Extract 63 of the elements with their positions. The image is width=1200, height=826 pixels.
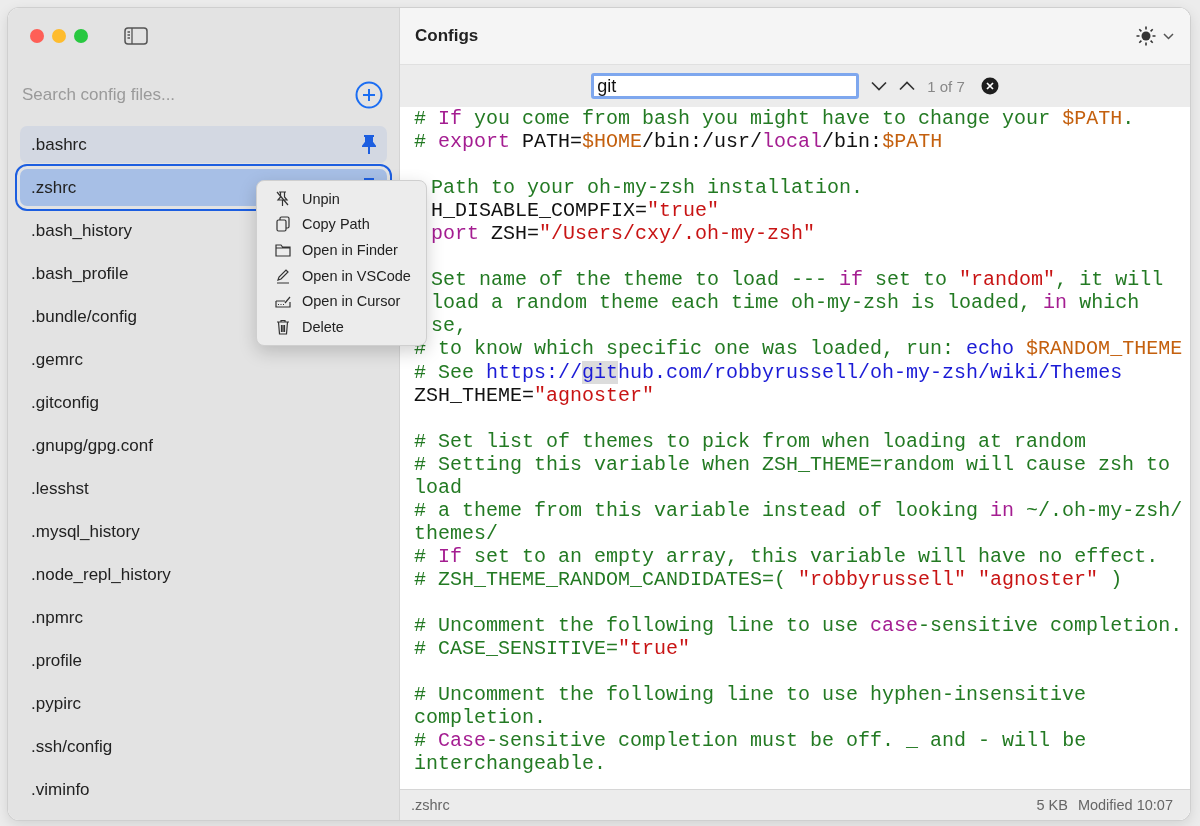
sidebar-toggle-icon[interactable] (124, 27, 148, 45)
chevron-down-icon (871, 81, 888, 91)
search-match: git (582, 360, 619, 384)
modified-time: Modified 10:07 (1077, 797, 1173, 813)
clear-search-button[interactable] (980, 77, 999, 95)
code-line: # Uncomment the following line to use hyphen-insensitive (413, 683, 1088, 707)
code-line: se, (430, 314, 468, 338)
copy-icon (274, 215, 292, 234)
code-line: completion. (413, 706, 548, 730)
search-field[interactable]: Search config files... (22, 81, 355, 109)
match-count: 1 of 7 (927, 77, 965, 95)
chevron-down-icon (1163, 32, 1174, 40)
pin-icon (362, 134, 376, 155)
code-line: load a random theme each time oh-my-zsh is loaded, in which (430, 291, 1141, 315)
plus-circle-icon[interactable] (355, 81, 383, 109)
close-icon (980, 77, 999, 95)
menu-item[interactable]: Open in Cursor (262, 288, 421, 314)
menu-item[interactable]: Delete (262, 313, 421, 340)
code-line: # If you come from bash you might have to change your $PATH. (413, 107, 1136, 131)
code-line: # Uncomment the following line to use case-sensitive completion. (413, 614, 1184, 638)
code-line: # export PATH=$HOME/bin:/usr/local/bin:$PATH (413, 130, 944, 154)
code-line: interchangeable. (413, 752, 608, 776)
menu-item[interactable]: Open in VSCode (262, 262, 421, 289)
file-item[interactable]: .profile (20, 642, 387, 679)
code-line: port ZSH="/Users/cxy/.oh-my-zsh" (430, 222, 817, 246)
folder-icon (274, 241, 292, 259)
file-item[interactable]: .viminfo (20, 771, 387, 808)
code-line: load (413, 475, 463, 499)
menu-item[interactable]: Open in Finder (262, 237, 421, 263)
file-item[interactable]: .gitconfig (20, 384, 387, 421)
find-field[interactable]: git (591, 73, 860, 99)
next-match-button[interactable] (871, 81, 888, 91)
file-item[interactable]: .bashrc (20, 126, 387, 163)
file-item[interactable]: .gnupg/gpg.conf (20, 427, 387, 464)
file-item[interactable]: .npmrc (20, 599, 387, 636)
window-title: Configs (415, 26, 480, 46)
previous-match-button[interactable] (899, 81, 916, 91)
file-item[interactable]: .gemrc (20, 341, 387, 378)
theme-button[interactable] (1135, 25, 1174, 47)
code-line: # See https://github.com/robbyrussell/oh-my-zsh/wiki/Themes (413, 360, 1124, 384)
code-line: # CASE_SENSITIVE="true" (413, 637, 692, 661)
file-item[interactable]: .mysql_history (20, 513, 387, 550)
code-line: # If set to an empty array, this variable will have no effect. (413, 544, 1160, 568)
code-line: # Setting this variable when ZSH_THEME=random will cause zsh to (413, 452, 1172, 476)
status-filename: .zshrc (411, 797, 451, 813)
code-line: ZSH_THEME="agnoster" (413, 383, 656, 407)
code-line: themes/ (413, 521, 499, 545)
file-item[interactable]: .lesshst (20, 470, 387, 507)
file-size: 5 KB (1036, 797, 1068, 813)
code-line: H_DISABLE_COMPFIX="true" (430, 199, 721, 223)
sun-icon (1135, 25, 1157, 47)
menu-item[interactable]: Copy Path (262, 211, 421, 238)
chevron-up-icon (899, 81, 916, 91)
code-line: # a theme from this variable instead of looking in ~/.oh-my-zsh/ (413, 498, 1184, 522)
file-item[interactable]: .node_repl_history (20, 556, 387, 593)
code-line: Set name of the theme to load --- if set to "random", it will (430, 268, 1165, 292)
code-line: # Set list of themes to pick from when loading at random (413, 429, 1088, 453)
file-item[interactable]: .ssh/config (20, 728, 387, 765)
trash-icon (274, 317, 292, 336)
code-line: Path to your oh-my-zsh installation. (430, 176, 865, 200)
file-item[interactable]: .pypirc (20, 685, 387, 722)
code-line: # Case-sensitive completion must be off. _ and - will be (413, 729, 1088, 753)
code-line: # ZSH_THEME_RANDOM_CANDIDATES=( "robbyrussell" "agnoster" ) (413, 567, 1124, 591)
